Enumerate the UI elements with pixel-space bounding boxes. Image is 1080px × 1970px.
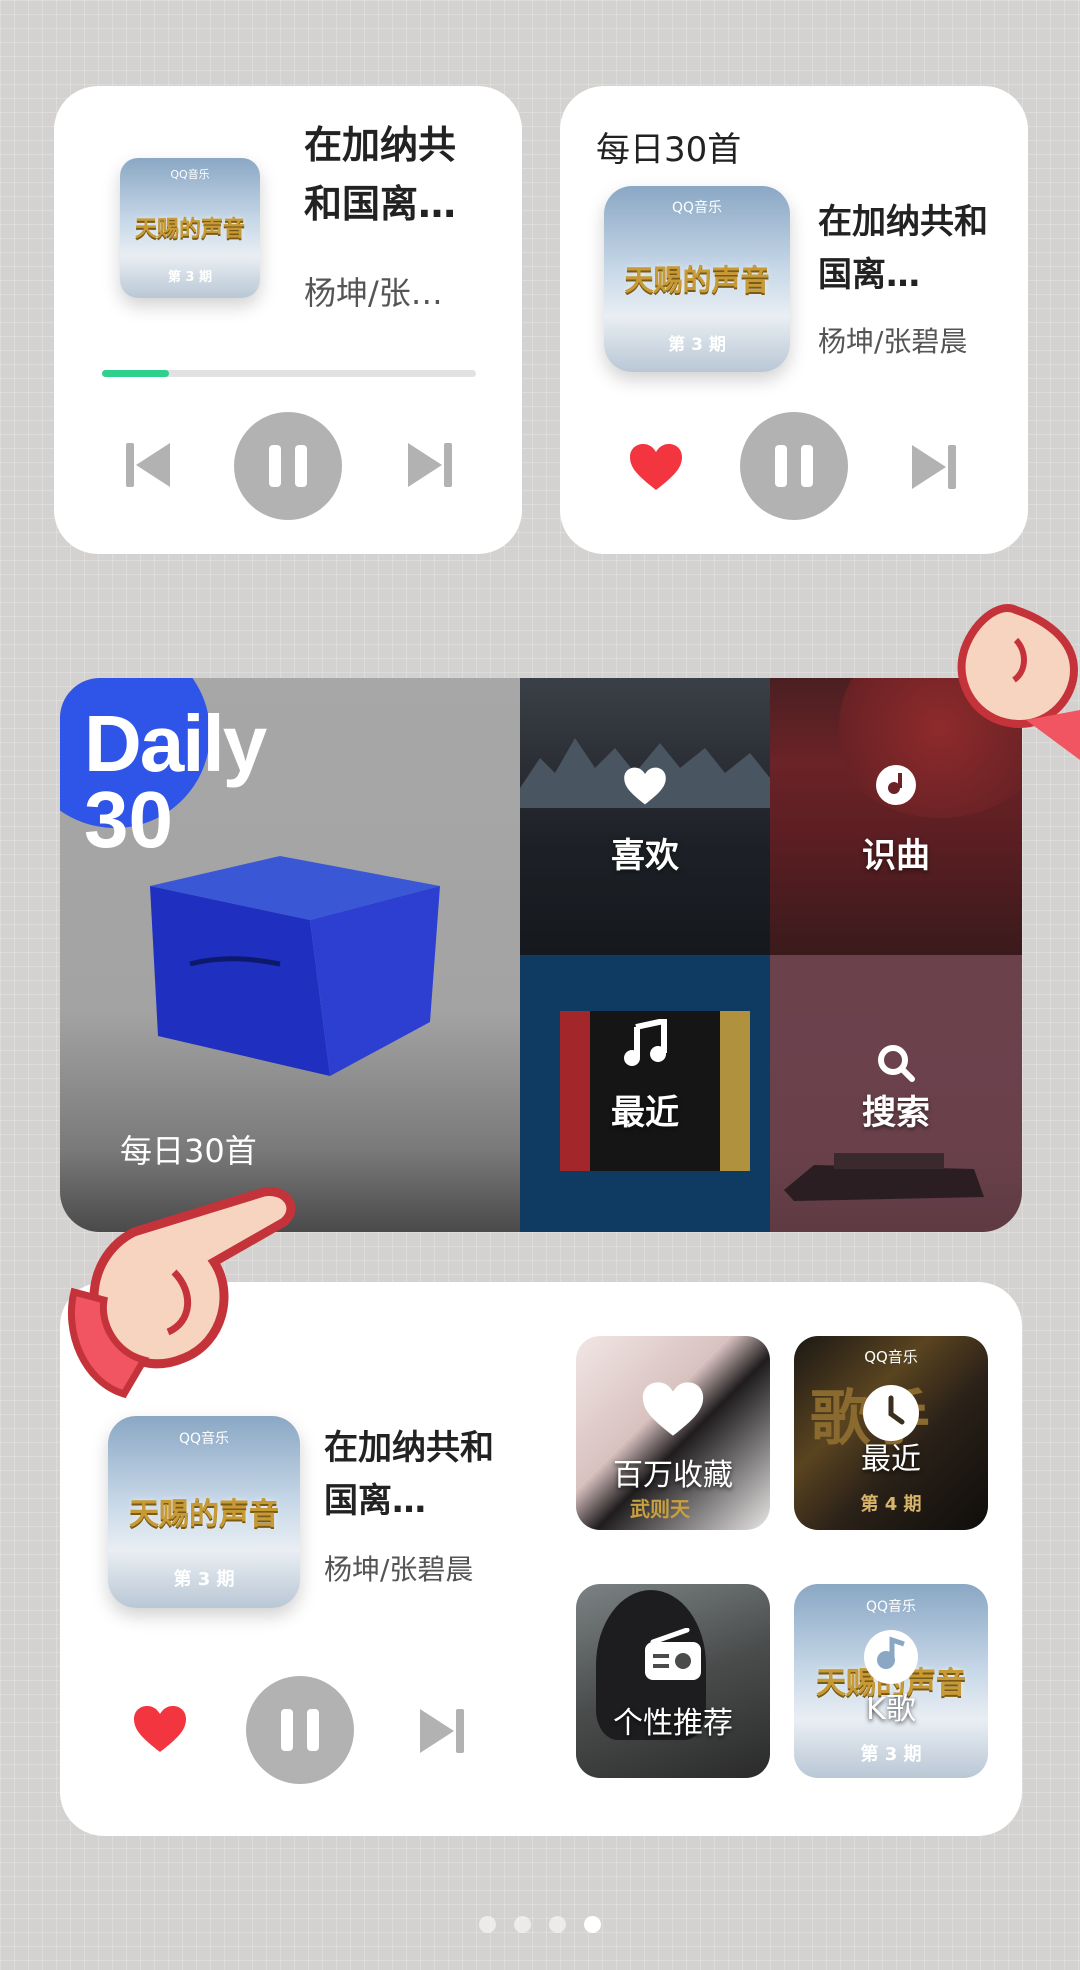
album-cover[interactable]: QQ音乐 天赐的声音 第 3 期: [108, 1416, 300, 1608]
skip-next-icon: [408, 443, 452, 487]
ship-art: [784, 1153, 984, 1201]
cover-episode: 第 3 期: [668, 335, 726, 356]
like-button[interactable]: [628, 442, 684, 496]
artist-name: 杨坤/张碧晨: [324, 1553, 474, 1586]
song-title[interactable]: 在加纳共和国离…: [324, 1422, 494, 1534]
skip-next-icon: [912, 445, 956, 489]
previous-button[interactable]: [126, 440, 172, 494]
pause-icon: [281, 1709, 293, 1751]
heart-icon: [642, 1382, 704, 1436]
like-button[interactable]: [132, 1704, 188, 1758]
artist-name: 杨坤/张…: [304, 274, 443, 312]
skip-next-icon: [420, 1709, 464, 1753]
cover-episode: 第 3 期: [167, 270, 213, 286]
cover-art-text: 天赐的声音: [134, 216, 245, 243]
daily30-caption: 每日30首: [120, 1132, 257, 1170]
progress-track[interactable]: [102, 370, 476, 377]
cover-badge: QQ音乐: [178, 1430, 230, 1447]
next-button[interactable]: [418, 1706, 464, 1760]
tile-recognize-label: 识曲: [862, 836, 930, 876]
page-indicator: [0, 1916, 1080, 1933]
pause-icon: [269, 445, 281, 487]
tile-likes[interactable]: 喜欢: [520, 678, 770, 955]
page-dot[interactable]: [584, 1916, 601, 1933]
next-button[interactable]: [406, 440, 452, 494]
pause-button[interactable]: [740, 412, 848, 520]
progress-fill: [102, 370, 170, 377]
music-note-icon: [624, 1017, 667, 1066]
heart-icon: [630, 444, 682, 490]
tile-recent-label: 最近: [611, 1093, 679, 1133]
cover-badge: QQ音乐: [865, 1598, 917, 1615]
artist-name: 杨坤/张碧晨: [818, 325, 968, 358]
song-title[interactable]: 在加纳共和国离…: [818, 196, 998, 308]
daily30-tile[interactable]: Daily 30 每日30首: [60, 678, 520, 1232]
widget-header: 每日30首: [596, 130, 742, 170]
cover-badge: QQ音乐: [671, 200, 723, 217]
page-dot[interactable]: [549, 1916, 566, 1933]
shortcut-karaoke-label: K歌: [866, 1692, 916, 1727]
search-icon: [878, 1045, 915, 1082]
shortcut-recent[interactable]: QQ音乐 歌手 最近 第 4 期: [794, 1336, 988, 1530]
tile-likes-label: 喜欢: [611, 836, 679, 876]
shortcut-million-favorites-label: 百万收藏: [613, 1458, 733, 1493]
tile-search-label: 搜索: [862, 1093, 930, 1133]
tile-recent[interactable]: 最近: [520, 955, 770, 1232]
cover-badge: QQ音乐: [170, 168, 210, 182]
cover-episode: 第 3 期: [173, 1568, 235, 1590]
cover-episode: 第 3 期: [860, 1744, 922, 1765]
heart-icon: [624, 767, 666, 805]
page-dot[interactable]: [479, 1916, 496, 1933]
shortcut-personal-recommend-label: 个性推荐: [613, 1706, 733, 1741]
tile-search[interactable]: 搜索: [770, 955, 1022, 1232]
pointing-hand-sticker: [957, 604, 1080, 760]
song-title[interactable]: 在加纳共和国离…: [304, 116, 474, 240]
album-cover[interactable]: QQ音乐 天赐的声音 第 3 期: [120, 158, 260, 298]
cover-art-text: 武则天: [630, 1497, 690, 1521]
cover-art-text: 天赐的声音: [129, 1496, 279, 1532]
shortcut-personal-recommend[interactable]: 个性推荐: [576, 1584, 770, 1778]
shortcut-karaoke[interactable]: QQ音乐 天赐的声音 K歌 第 3 期: [794, 1584, 988, 1778]
karaoke-icon: [864, 1630, 918, 1684]
daily-player-widget[interactable]: 每日30首 QQ音乐 天赐的声音 第 3 期 在加纳共和国离… 杨坤/张碧晨: [560, 86, 1028, 554]
pointing-hand-sticker: [67, 1187, 296, 1399]
music-recognize-icon: [876, 765, 916, 805]
cover-art-text: 天赐的声音: [624, 262, 770, 297]
skip-previous-icon: [126, 443, 170, 487]
shortcut-recent-label: 最近: [861, 1442, 921, 1477]
pause-button[interactable]: [246, 1676, 354, 1784]
radio-icon: [645, 1627, 701, 1680]
cover-badge: QQ音乐: [864, 1348, 918, 1366]
pause-button[interactable]: [234, 412, 342, 520]
album-cover[interactable]: QQ音乐 天赐的声音 第 3 期: [604, 186, 790, 372]
heart-icon: [134, 1706, 186, 1752]
pause-icon: [775, 445, 787, 487]
next-button[interactable]: [910, 442, 956, 496]
small-player-widget[interactable]: QQ音乐 天赐的声音 第 3 期 在加纳共和国离… 杨坤/张…: [54, 86, 522, 554]
shortcut-grid-widget[interactable]: Daily 30 每日30首 喜欢 识曲 最近 搜索: [60, 678, 1022, 1232]
page-dot[interactable]: [514, 1916, 531, 1933]
ocean-cube-art: [150, 856, 440, 1076]
shortcut-million-favorites[interactable]: 武则天 百万收藏: [576, 1336, 770, 1530]
cover-episode: 第 4 期: [860, 1494, 922, 1515]
